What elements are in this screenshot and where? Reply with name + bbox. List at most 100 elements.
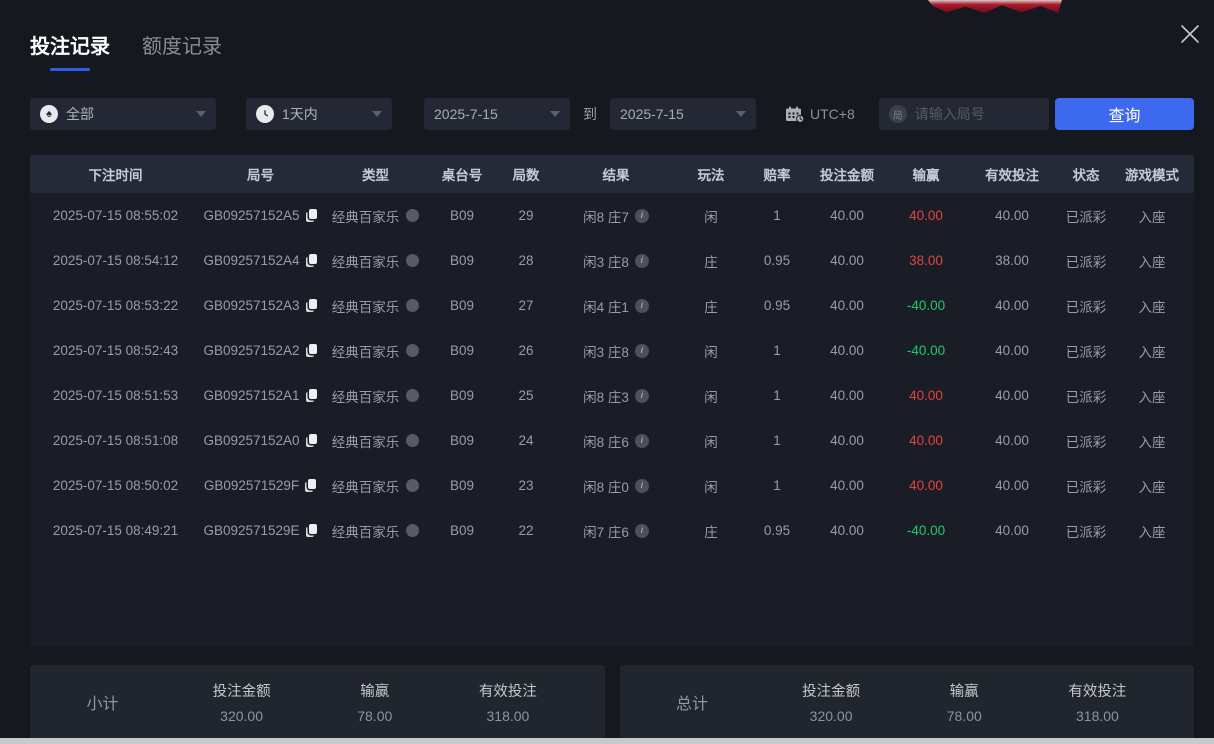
cell-game-mode: 入座 xyxy=(1138,299,1166,315)
result-info-icon[interactable]: i xyxy=(634,298,649,313)
cell-odds: 0.95 xyxy=(763,253,791,268)
column-header: 下注时间 xyxy=(88,168,143,183)
copy-icon[interactable] xyxy=(305,433,318,448)
table-row: 2025-07-15 08:54:12 GB09257152A4 经典百家乐 B09 2… xyxy=(30,238,1194,283)
cell-win-loss: 40.00 xyxy=(909,478,943,493)
cell-bet-time: 2025-07-15 08:53:22 xyxy=(52,298,179,313)
cell-odds: 0.95 xyxy=(763,523,791,538)
replay-dot-icon xyxy=(406,434,420,447)
game-type-text: 经典百家乐 xyxy=(331,209,400,225)
cell-bet-time: 2025-07-15 08:49:21 xyxy=(52,523,179,538)
time-range-select[interactable]: 1天内 xyxy=(246,98,392,130)
cell-rounds: 24 xyxy=(518,433,534,448)
result-info-icon[interactable]: i xyxy=(634,343,649,358)
game-type-text: 经典百家乐 xyxy=(331,524,400,540)
cell-play: 闲 xyxy=(704,209,718,225)
cell-bet-amount: 40.00 xyxy=(830,523,864,538)
timezone-label: UTC+8 xyxy=(810,106,855,122)
cell-odds: 1 xyxy=(773,343,781,358)
calendar-clock-icon xyxy=(786,106,805,123)
date-to-select[interactable]: 2025-7-15 xyxy=(610,98,756,130)
table-header-row: 下注时间 局号 类型 桌台号 局数 结果 玩法 赔率 投注金额 输赢 有效投注 状态 游戏模式 xyxy=(30,155,1194,193)
cell-odds: 0.95 xyxy=(763,298,791,313)
cell-bet-amount: 40.00 xyxy=(830,343,864,358)
cell-play: 闲 xyxy=(704,344,718,360)
game-id-text: GB092571529E xyxy=(203,523,300,538)
copy-icon[interactable] xyxy=(305,298,318,313)
result-info-icon[interactable]: i xyxy=(634,433,649,448)
result-info-icon[interactable]: i xyxy=(634,208,649,223)
cell-result: 闲8 庄3 i xyxy=(556,386,676,406)
close-icon[interactable] xyxy=(1178,22,1202,46)
table-row: 2025-07-15 08:51:08 GB09257152A0 经典百家乐 B09 2… xyxy=(30,418,1194,463)
cell-game-mode: 入座 xyxy=(1138,389,1166,405)
cell-game-type: 经典百家乐 xyxy=(323,341,428,361)
cell-rounds: 28 xyxy=(518,253,534,268)
cell-game-type: 经典百家乐 xyxy=(323,431,428,451)
copy-icon[interactable] xyxy=(305,253,318,268)
cell-result: 闲8 庄7 i xyxy=(556,206,676,226)
copy-icon[interactable] xyxy=(305,478,317,493)
result-info-icon[interactable]: i xyxy=(634,523,649,538)
cell-table-no: B09 xyxy=(449,253,475,268)
cell-result: 闲3 庄8 i xyxy=(556,251,676,271)
cell-bet-time: 2025-07-15 08:54:12 xyxy=(52,253,179,268)
result-info-icon[interactable]: i xyxy=(634,478,649,493)
summary-item-label: 有效投注 xyxy=(1068,684,1127,700)
cell-bet-amount: 40.00 xyxy=(830,478,864,493)
replay-dot-icon xyxy=(406,299,420,312)
cell-status: 已派彩 xyxy=(1065,389,1107,405)
chevron-down-icon xyxy=(550,111,560,117)
cell-result: 闲7 庄6 i xyxy=(556,521,676,541)
total-items: 投注金额 320.00 输赢 78.00 有效投注 318.00 xyxy=(765,680,1195,724)
cell-game-id: GB09257152A4 xyxy=(198,253,323,268)
tab-quota-records[interactable]: 额度记录 xyxy=(142,30,222,59)
cell-odds: 1 xyxy=(773,478,781,493)
game-id-text: GB09257152A0 xyxy=(203,433,300,448)
spade-icon: ♠ xyxy=(40,105,58,123)
cell-rounds: 29 xyxy=(518,208,534,223)
tab-betting-records[interactable]: 投注记录 xyxy=(30,30,110,71)
result-text: 闲4 庄1 xyxy=(583,299,629,315)
cell-game-type: 经典百家乐 xyxy=(323,206,428,226)
game-type-select[interactable]: ♠ 全部 xyxy=(30,98,216,130)
copy-icon[interactable] xyxy=(305,208,318,223)
summary-item-label: 投注金额 xyxy=(802,684,861,700)
column-header: 赔率 xyxy=(763,168,791,183)
result-info-icon[interactable]: i xyxy=(634,253,649,268)
cell-valid-bet: 40.00 xyxy=(995,478,1029,493)
cell-play: 庄 xyxy=(704,254,718,270)
cell-game-type: 经典百家乐 xyxy=(323,386,428,406)
cell-status: 已派彩 xyxy=(1065,299,1107,315)
total-label: 总计 xyxy=(675,696,708,713)
result-info-icon[interactable]: i xyxy=(634,388,649,403)
cell-valid-bet: 40.00 xyxy=(995,208,1029,223)
result-text: 闲3 庄8 xyxy=(583,254,629,270)
game-id-input[interactable] xyxy=(914,106,1039,122)
tab-label: 投注记录 xyxy=(30,36,110,58)
cell-status: 已派彩 xyxy=(1065,254,1107,270)
game-id-text: GB092571529F xyxy=(203,478,300,493)
copy-icon[interactable] xyxy=(305,388,318,403)
table-row: 2025-07-15 08:49:21 GB092571529E 经典百家乐 B09 2… xyxy=(30,508,1194,553)
cell-odds: 1 xyxy=(773,388,781,403)
copy-icon[interactable] xyxy=(305,523,318,538)
cell-game-mode: 入座 xyxy=(1138,434,1166,450)
cell-play: 庄 xyxy=(704,524,718,540)
cell-bet-time: 2025-07-15 08:50:02 xyxy=(52,478,179,493)
game-id-text: GB09257152A5 xyxy=(203,208,300,223)
cell-valid-bet: 40.00 xyxy=(995,343,1029,358)
cell-result: 闲3 庄8 i xyxy=(556,341,676,361)
summary-item: 有效投注 318.00 xyxy=(1031,680,1164,724)
cell-game-type: 经典百家乐 xyxy=(323,476,428,496)
cell-valid-bet: 38.00 xyxy=(995,253,1029,268)
filter-bar: ♠ 全部 1天内 2025-7-15 到 2025-7-15 UTC+8 局 请… xyxy=(30,98,1194,130)
table-row: 2025-07-15 08:50:02 GB092571529F 经典百家乐 B09 2… xyxy=(30,463,1194,508)
game-type-text: 经典百家乐 xyxy=(331,299,400,315)
game-type-text: 经典百家乐 xyxy=(331,254,400,270)
query-button[interactable]: 查询 xyxy=(1055,98,1194,130)
game-type-text: 经典百家乐 xyxy=(331,389,400,405)
date-from-select[interactable]: 2025-7-15 xyxy=(424,98,570,130)
summary-item-value: 78.00 xyxy=(946,708,982,724)
copy-icon[interactable] xyxy=(305,343,318,358)
